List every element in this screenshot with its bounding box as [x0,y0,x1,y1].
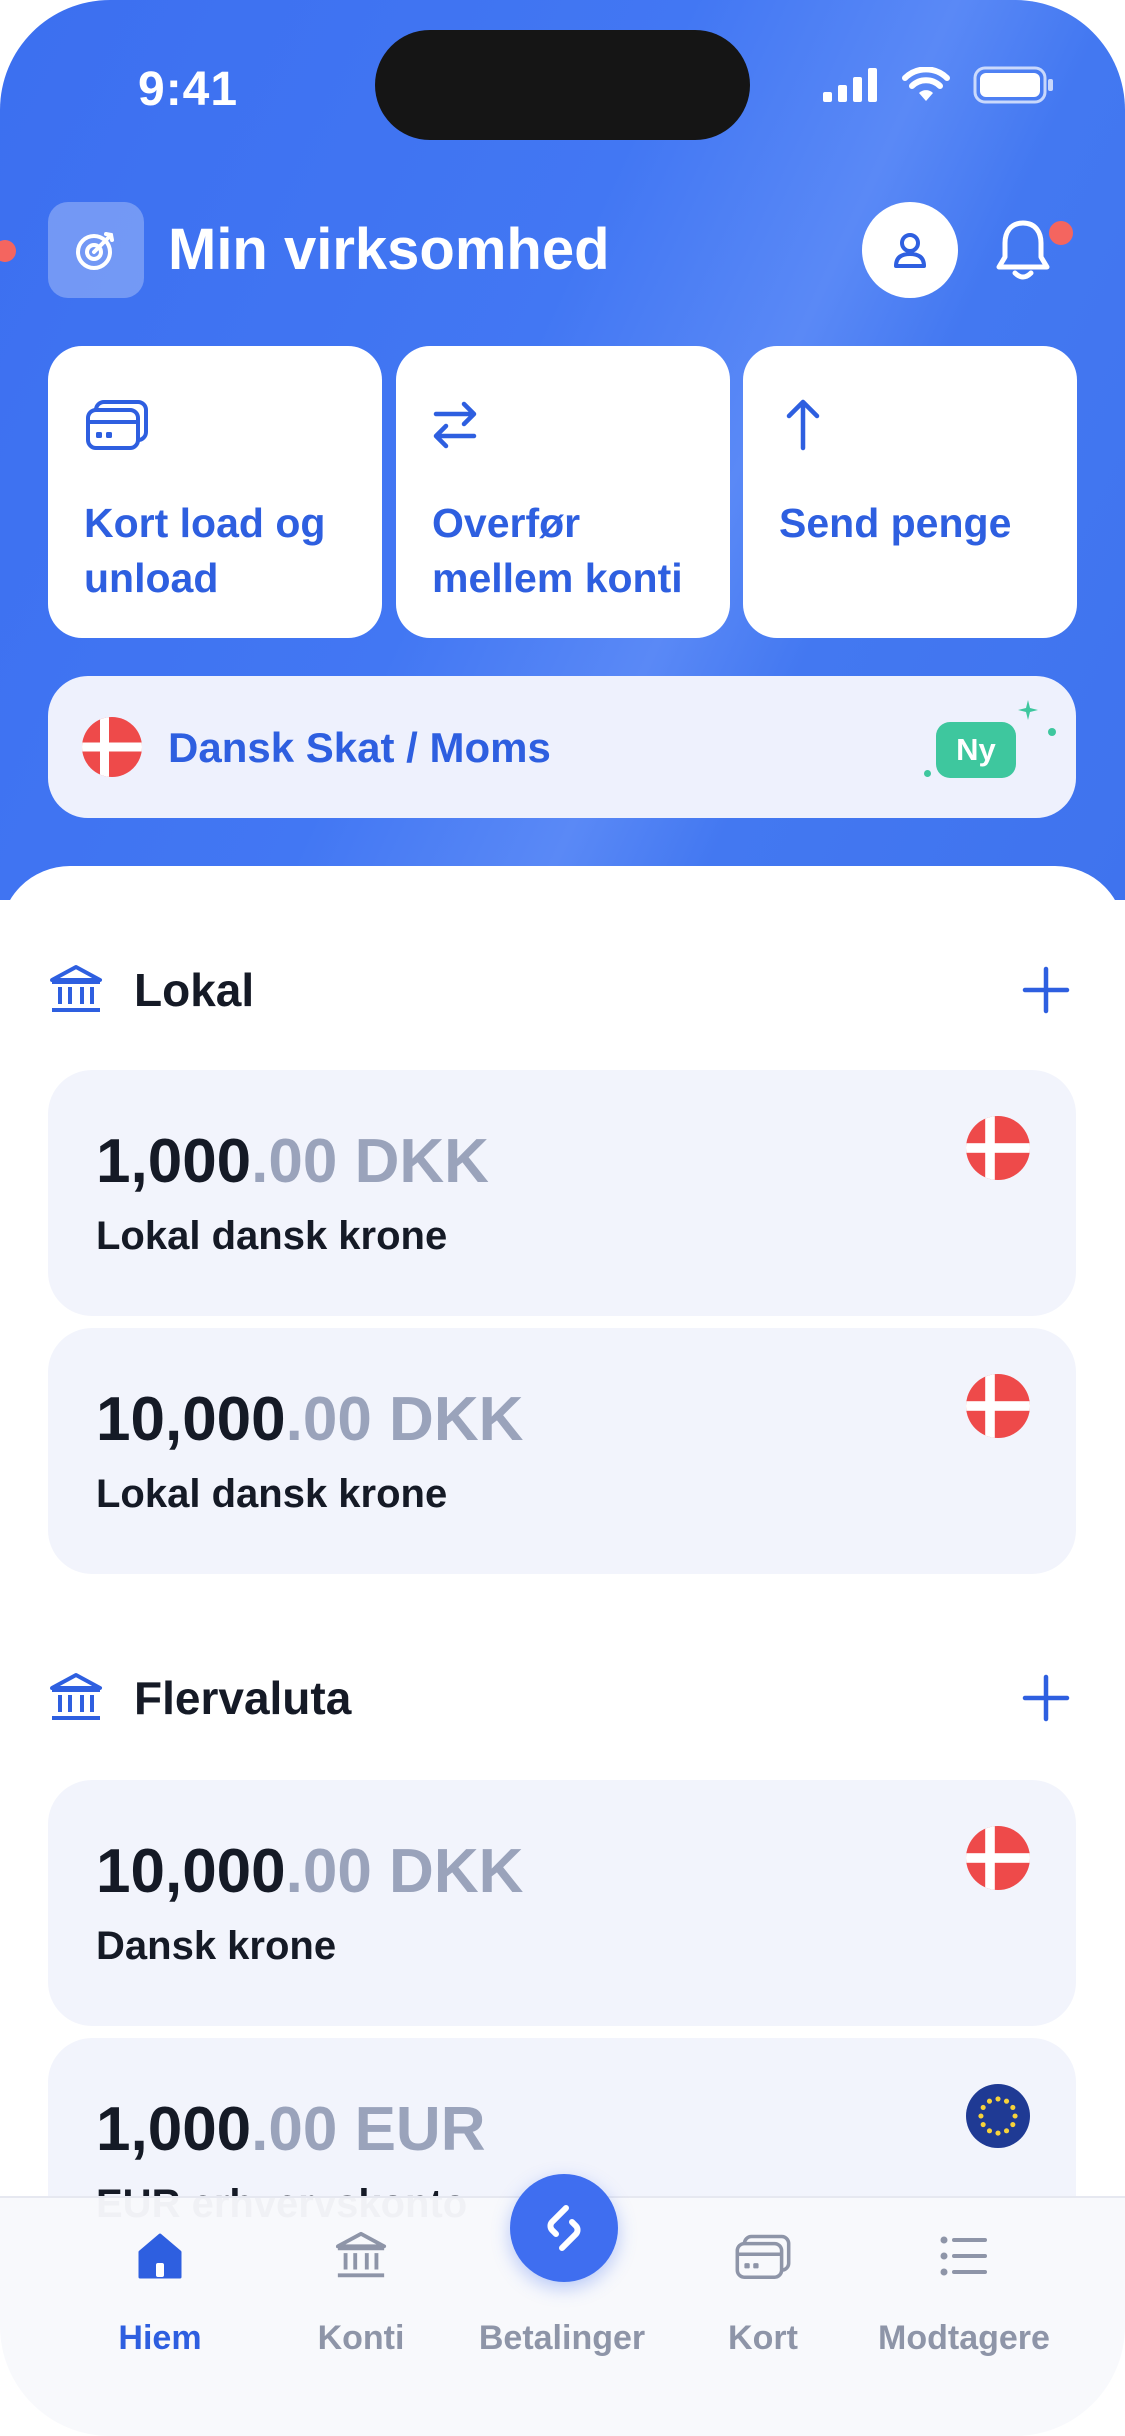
quick-action-label: Send penge [779,500,1012,546]
home-icon [128,2224,192,2288]
wifi-icon [902,67,950,101]
business-logo[interactable] [48,202,144,298]
denmark-flag-icon [82,717,142,777]
battery-icon [973,66,1053,104]
balance-integer: 10,000 [96,1837,286,1906]
quick-action-label: Kort load og unload [84,500,326,601]
profile-button[interactable] [862,202,958,298]
section-title: Flervaluta [134,1672,352,1724]
denmark-flag-icon [966,1826,1030,1890]
nav-label: Betalinger [478,2319,646,2357]
denmark-flag-icon [966,1374,1030,1438]
section-header-local: Lokal [48,950,1078,1030]
account-card[interactable]: 10,000.00 DKK Lokal dansk krone [48,1328,1076,1574]
add-account-button[interactable] [1014,1666,1078,1730]
denmark-flag-icon [966,1116,1030,1180]
status-time: 9:41 [138,63,239,116]
quick-action-label: Overfør mellem konti [432,500,683,601]
card-icon [86,400,148,450]
target-icon [76,232,114,270]
account-balance: 10,000.00 DKK [96,1382,523,1458]
bell-icon [996,220,1050,280]
nav-tab-cards[interactable]: Kort [663,2224,863,2364]
account-card[interactable]: 1,000.00 DKK Lokal dansk krone [48,1070,1076,1316]
eu-flag-icon [966,2084,1030,2148]
account-balance: 1,000.00 EUR [96,2092,485,2168]
new-badge: Ny [936,722,1016,778]
account-card[interactable]: 10,000.00 DKK Dansk krone [48,1780,1076,2026]
balance-decimal-currency: .00 DKK [251,1127,489,1196]
nav-label: Modtagere [878,2319,1050,2357]
nav-tab-accounts[interactable]: Konti [261,2224,461,2364]
list-icon [932,2224,996,2288]
account-name: Dansk krone [96,1924,337,1968]
payments-action-button[interactable] [510,2174,618,2282]
status-icons [823,66,1055,104]
nav-tab-recipients[interactable]: Modtagere [864,2224,1064,2364]
balance-decimal-currency: .00 DKK [285,1837,524,1906]
nav-label: Kort [728,2319,798,2357]
account-name: Lokal dansk krone [96,1472,448,1516]
signal-icon [823,68,877,102]
section-title: Lokal [134,964,255,1016]
nav-tab-home[interactable]: Hiem [60,2224,260,2364]
sparkle-dot [924,770,931,777]
account-name: Lokal dansk krone [96,1214,448,1258]
payments-icon [547,2205,581,2251]
notifications-button[interactable] [988,210,1058,290]
user-icon [894,233,926,268]
bank-icon [329,2224,393,2288]
nav-label: Konti [317,2319,405,2357]
account-balance: 10,000.00 DKK [96,1834,523,1910]
quick-action-send-money[interactable]: Send penge [743,346,1077,638]
notification-badge [1046,218,1076,248]
transfer-arrows-icon [433,401,477,449]
sparkle-icon [1018,700,1038,720]
plus-icon [1022,966,1070,1014]
business-name[interactable]: Min virksomhed [168,212,610,288]
app-screen: 9:41 Min virksomhed Kort load og unload … [0,0,1125,2436]
dynamic-island [375,30,750,140]
quick-action-transfer[interactable]: Overfør mellem konti [396,346,730,638]
bank-icon [50,965,102,1012]
quick-action-card-load[interactable]: Kort load og unload [48,346,382,638]
balance-integer: 1,000 [96,2095,252,2164]
nav-label: Hiem [118,2319,202,2357]
sparkle-dot [1048,728,1056,736]
balance-integer: 1,000 [96,1127,252,1196]
plus-icon [1022,1674,1070,1722]
tax-banner[interactable]: Dansk Skat / Moms Ny [48,676,1076,818]
tax-banner-label: Dansk Skat / Moms [168,724,551,771]
balance-integer: 10,000 [96,1385,286,1454]
account-balance: 1,000.00 DKK [96,1124,489,1200]
bank-icon [50,1673,102,1720]
balance-decimal-currency: .00 DKK [285,1385,524,1454]
add-account-button[interactable] [1014,958,1078,1022]
balance-decimal-currency: .00 EUR [251,2095,486,2164]
card-icon [731,2224,795,2288]
section-header-multicurrency: Flervaluta [48,1658,1078,1738]
arrow-up-icon [786,399,820,451]
